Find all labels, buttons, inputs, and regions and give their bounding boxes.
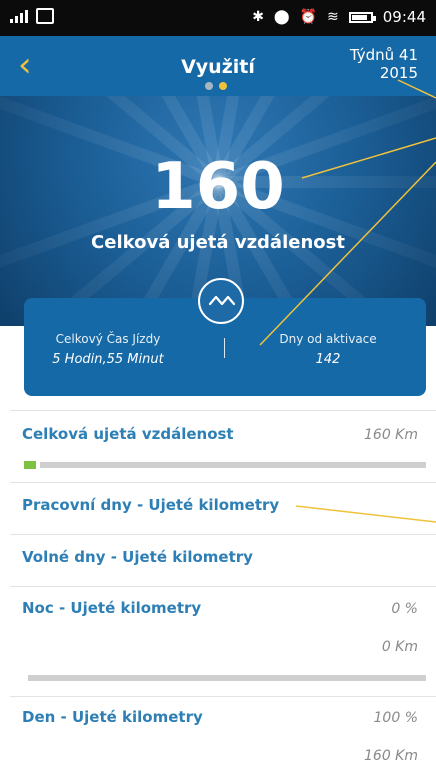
signal-icon — [10, 9, 28, 23]
days-since-activation-block: Dny od aktivace 142 — [238, 332, 418, 367]
page-dot[interactable] — [205, 82, 213, 90]
stat-day-percent: 100 % — [373, 710, 418, 726]
stat-title-free-days[interactable]: Volné dny - Ujeté kilometry — [22, 548, 253, 566]
status-time: 09:44 — [382, 8, 426, 26]
trend-icon-svg — [208, 295, 236, 306]
bluetooth-icon: ✱ — [252, 9, 264, 25]
total-progress-fill — [24, 461, 36, 469]
total-distance-value: 160 — [151, 150, 285, 224]
status-left — [10, 8, 54, 24]
stat-night-km: 0 Km — [381, 639, 418, 655]
divider — [10, 482, 436, 483]
divider — [10, 696, 436, 697]
trend-icon[interactable] — [198, 278, 244, 324]
year-label: 2015 — [379, 64, 418, 82]
stat-title-workdays[interactable]: Pracovní dny - Ujeté kilometry — [22, 496, 279, 514]
status-right: ✱ ⬤ ⏰ ≋ 09:44 — [252, 8, 426, 26]
image-notification-icon — [36, 8, 54, 24]
divider — [10, 410, 436, 411]
week-indicator[interactable]: Týdnů 41 2015 — [308, 46, 418, 82]
drive-time-label: Celkový Čas Jízdy — [55, 332, 161, 346]
battery-icon — [348, 11, 376, 23]
days-since-activation-value: 142 — [315, 352, 341, 367]
location-icon: ⬤ — [273, 9, 290, 25]
annotation-line — [295, 505, 436, 523]
card-divider — [224, 338, 225, 358]
stat-title-day[interactable]: Den - Ujeté kilometry — [22, 708, 203, 726]
stat-night-percent: 0 % — [391, 601, 418, 617]
stat-title-night[interactable]: Noc - Ujeté kilometry — [22, 599, 201, 617]
days-since-activation-label: Dny od aktivace — [279, 332, 377, 346]
stat-title-total[interactable]: Celková ujetá vzdálenost — [22, 425, 234, 443]
status-bar: ✱ ⬤ ⏰ ≋ 09:44 — [0, 0, 436, 36]
total-distance-label: Celková ujetá vzdálenost — [91, 232, 345, 253]
stat-value-total: 160 Km — [364, 427, 418, 443]
drive-time-value: 5 Hodin,55 Minut — [52, 352, 164, 367]
stat-day-km: 160 Km — [364, 748, 418, 764]
drive-time-block: Celkový Čas Jízdy 5 Hodin,55 Minut — [18, 332, 198, 367]
page-dot-active[interactable] — [219, 82, 227, 90]
alarm-icon: ⏰ — [299, 9, 318, 25]
page-indicator[interactable] — [205, 82, 227, 90]
week-label: Týdnů 41 — [349, 46, 418, 64]
wifi-icon: ≋ — [327, 9, 339, 25]
divider — [10, 586, 436, 587]
night-progress-track — [28, 675, 426, 681]
divider — [10, 534, 436, 535]
total-progress-track — [40, 462, 426, 468]
